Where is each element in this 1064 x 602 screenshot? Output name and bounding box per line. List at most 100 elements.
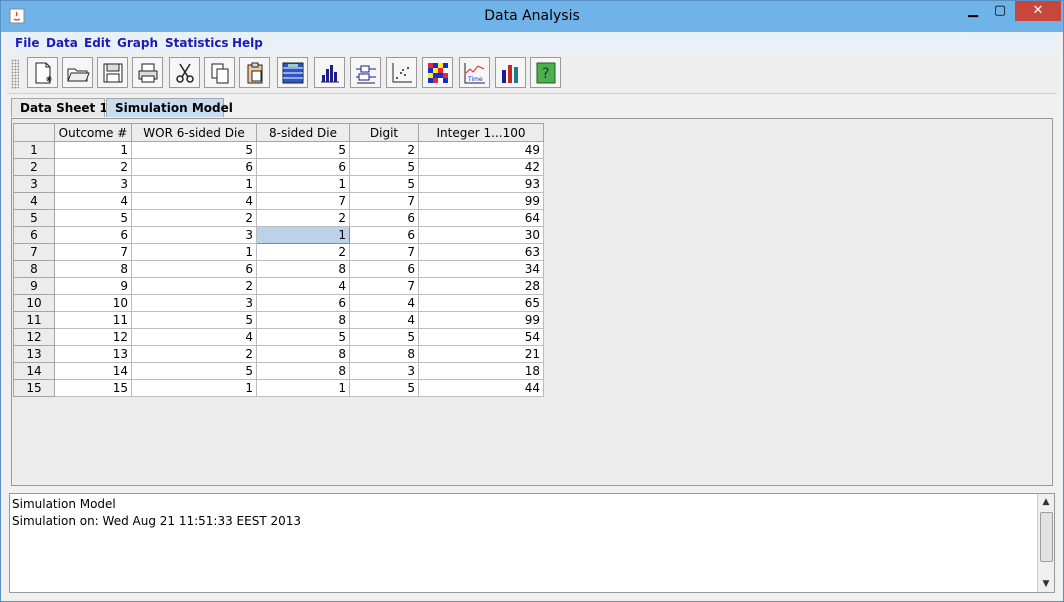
table-cell[interactable]: 63 [418,243,544,261]
table-cell[interactable]: 2 [256,209,350,227]
table-cell[interactable]: 4 [54,192,132,210]
table-cell[interactable]: 99 [418,192,544,210]
table-cell[interactable]: 54 [418,328,544,346]
table-cell[interactable]: 3 [349,362,419,380]
menu-edit[interactable]: Edit [84,36,111,50]
table-cell[interactable]: 6 [349,226,419,244]
table-cell[interactable]: 2 [349,141,419,159]
row-header[interactable]: 13 [13,345,55,363]
table-cell[interactable]: 8 [256,362,350,380]
cut-button[interactable] [169,57,200,88]
row-header[interactable]: 2 [13,158,55,176]
close-button[interactable]: ✕ [1015,1,1061,21]
row-header[interactable]: 5 [13,209,55,227]
table-cell[interactable]: 10 [54,294,132,312]
table-cell[interactable]: 3 [131,226,257,244]
table-cell[interactable]: 5 [349,328,419,346]
column-header[interactable]: Integer 1...100 [418,123,544,142]
table-cell[interactable]: 7 [256,192,350,210]
table-row[interactable]: 15 15 1 1 5 44 [13,379,544,397]
table-cell[interactable]: 8 [349,345,419,363]
title-bar[interactable]: Data Analysis ▁ ▢ ✕ [1,1,1063,32]
table-cell[interactable]: 64 [418,209,544,227]
table-row[interactable]: 2 2 6 6 5 42 [13,158,544,176]
row-header[interactable]: 3 [13,175,55,193]
table-cell[interactable]: 4 [131,192,257,210]
table-cell[interactable]: 4 [256,277,350,295]
table-cell[interactable]: 28 [418,277,544,295]
table-cell[interactable]: 2 [131,277,257,295]
log-scrollbar[interactable]: ▲ ▼ [1037,494,1054,592]
table-row[interactable]: 11 11 5 8 4 99 [13,311,544,329]
table-cell[interactable]: 4 [131,328,257,346]
table-cell[interactable]: 8 [256,311,350,329]
column-header[interactable]: Outcome # [54,123,132,142]
table-row[interactable]: 14 14 5 8 3 18 [13,362,544,380]
scroll-up-icon[interactable]: ▲ [1039,495,1053,509]
table-row[interactable]: 5 5 2 2 6 64 [13,209,544,227]
table-cell[interactable]: 34 [418,260,544,278]
table-cell[interactable]: 2 [131,209,257,227]
table-cell[interactable]: 2 [256,243,350,261]
table-row[interactable]: 10 10 3 6 4 65 [13,294,544,312]
table-cell[interactable]: 1 [256,175,350,193]
table-cell[interactable]: 1 [256,379,350,397]
bar-chart-button[interactable] [495,57,526,88]
table-cell[interactable]: 8 [54,260,132,278]
table-cell[interactable]: 1 [131,379,257,397]
table-cell[interactable]: 5 [349,379,419,397]
table-cell[interactable]: 13 [54,345,132,363]
row-header[interactable]: 11 [13,311,55,329]
table-cell[interactable]: 6 [256,158,350,176]
boxplot-button[interactable] [350,57,381,88]
table-cell[interactable]: 1 [131,243,257,261]
row-header[interactable]: 7 [13,243,55,261]
table-cell[interactable]: 99 [418,311,544,329]
table-cell[interactable]: 8 [256,345,350,363]
table-row[interactable]: 1 1 5 5 2 49 [13,141,544,159]
table-cell[interactable]: 14 [54,362,132,380]
table-cell[interactable]: 6 [256,294,350,312]
table-cell[interactable]: 5 [131,311,257,329]
table-cell[interactable]: 15 [54,379,132,397]
scroll-down-icon[interactable]: ▼ [1039,577,1053,591]
open-button[interactable] [62,57,93,88]
heatmap-button[interactable] [422,57,453,88]
paste-button[interactable] [239,57,270,88]
row-header[interactable]: 10 [13,294,55,312]
table-row[interactable]: 8 8 6 8 6 34 [13,260,544,278]
table-cell[interactable]: 8 [256,260,350,278]
table-cell[interactable]: 5 [54,209,132,227]
table-cell[interactable]: 6 [131,158,257,176]
table-row[interactable]: 9 9 2 4 7 28 [13,277,544,295]
table-cell[interactable]: 9 [54,277,132,295]
table-row[interactable]: 13 13 2 8 8 21 [13,345,544,363]
column-header[interactable]: 8-sided Die [256,123,350,142]
table-cell[interactable]: 42 [418,158,544,176]
help-button[interactable]: ? [530,57,561,88]
table-cell[interactable]: 6 [349,209,419,227]
table-cell[interactable]: 4 [349,294,419,312]
table-cell[interactable]: 30 [418,226,544,244]
row-header[interactable]: 4 [13,192,55,210]
table-cell[interactable]: 21 [418,345,544,363]
print-button[interactable] [132,57,163,88]
scroll-thumb[interactable] [1040,512,1053,562]
table-cell[interactable]: 5 [256,328,350,346]
table-cell[interactable]: 3 [131,294,257,312]
menu-data[interactable]: Data [46,36,78,50]
table-cell[interactable]: 5 [131,141,257,159]
table-row[interactable]: 4 4 4 7 7 99 [13,192,544,210]
row-header[interactable]: 8 [13,260,55,278]
output-log[interactable]: Simulation Model Simulation on: Wed Aug … [9,493,1055,593]
new-file-button[interactable] [27,57,58,88]
row-header[interactable]: 15 [13,379,55,397]
table-cell[interactable]: 6 [54,226,132,244]
table-cell[interactable]: 6 [131,260,257,278]
row-header[interactable]: 12 [13,328,55,346]
table-row[interactable]: 7 7 1 2 7 63 [13,243,544,261]
row-header[interactable]: 1 [13,141,55,159]
table-cell[interactable]: 93 [418,175,544,193]
minimize-button[interactable]: ▁ [959,3,987,25]
table-cell[interactable]: 5 [349,158,419,176]
